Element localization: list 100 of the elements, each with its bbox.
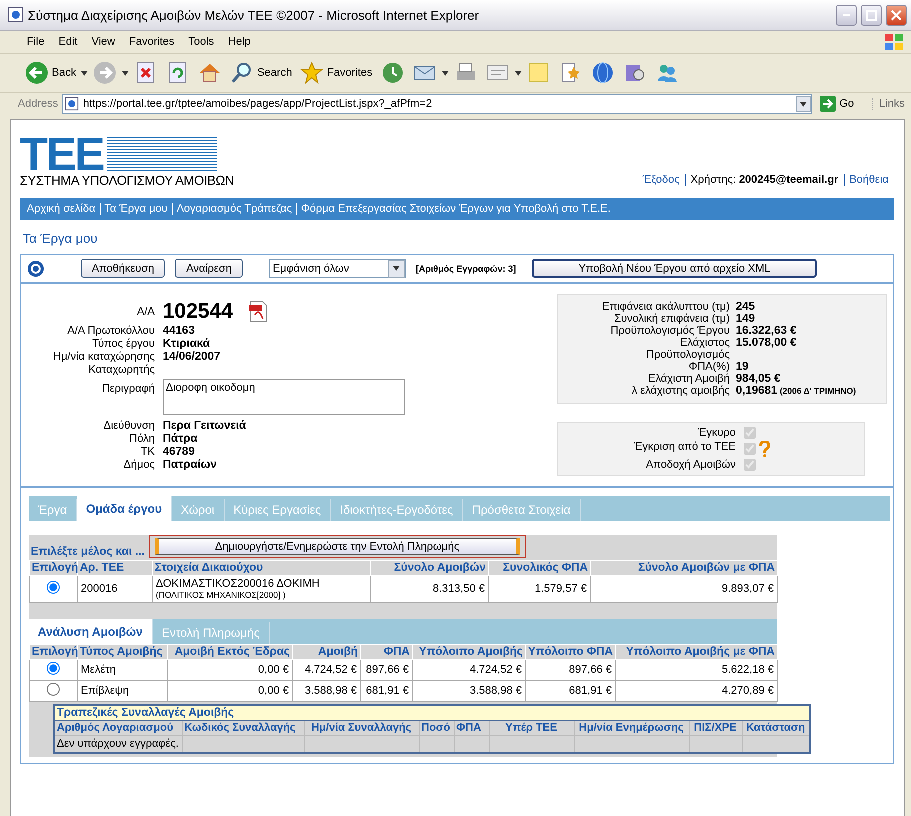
tab[interactable]: Ομάδα έργου [77, 496, 172, 521]
logo-subtitle: ΣΥΣΤΗΜΑ ΥΠΟΛΟΓΙΣΜΟΥ ΑΜΟΙΒΩΝ [20, 174, 234, 188]
field-label: Πόλη [128, 433, 155, 445]
column-header: Ημ/νία Συναλλαγής [304, 720, 419, 736]
save-button[interactable]: Αποθήκευση [81, 259, 166, 278]
payment-order-button[interactable]: Δημιουργήστε/Ενημερώστε την Εντολή Πληρωμής [154, 538, 520, 555]
nav-link[interactable]: Φόρμα Επεξεργασίας Στοιχείων Έργων για Υποβολή στο Τ.Ε.Ε. [296, 203, 615, 215]
stat-label: ΦΠΑ(%) [688, 361, 730, 373]
table-cell: 1.579,57 € [488, 576, 590, 602]
home-icon [198, 61, 222, 85]
field-value: 14/06/2007 [163, 351, 222, 363]
field-value: Πάτρα [163, 433, 199, 445]
menu-item[interactable]: Favorites [122, 34, 182, 50]
toolbar-button[interactable]: Search [227, 59, 296, 87]
field-label: Διεύθυνση [102, 420, 155, 432]
project-number: 102544 [163, 300, 234, 324]
filter-select[interactable]: Εμφάνιση όλων [268, 259, 406, 278]
table-cell: 0,00 € [168, 660, 292, 680]
field-label: Καταχωρητής [88, 364, 155, 376]
column-header: Ημ/νία Ενημέρωσης [574, 720, 689, 736]
stat-value: 15.078,00 € [736, 337, 798, 349]
menu-item[interactable]: File [20, 34, 52, 50]
stat-label: Ελάχιστη Αμοιβή [647, 373, 730, 385]
field-label: Περιγραφή [101, 382, 155, 395]
stat-label: Ελάχιστος [679, 337, 730, 349]
window-title: Σύστημα Διαχείρισης Αμοιβών Μελών ΤΕΕ ©2007 - Microsoft Internet Explorer [28, 8, 480, 22]
empty-message: Δεν υπάρχουν εγγραφές. [54, 736, 182, 753]
menu-item[interactable]: Tools [182, 34, 222, 50]
column-header: Σύνολο Αμοιβών με ΦΠΑ [590, 560, 778, 576]
toolbar-button[interactable]: Back [22, 59, 80, 87]
star-icon [300, 61, 324, 85]
table-cell: 9.893,07 € [590, 576, 778, 602]
column-header: Υπόλοιπο ΦΠΑ [526, 644, 616, 660]
table-cell: 897,66 € [360, 660, 412, 680]
description-field[interactable]: Διοροφη οικοδομη [163, 379, 405, 415]
column-header: Αμοιβή Εκτός Έδρας [168, 644, 292, 660]
stat-value: 19 [736, 361, 750, 373]
table-cell: 3.588,98 € [412, 680, 526, 702]
logout-link[interactable]: Έξοδος [638, 174, 685, 186]
column-header: Αριθμός Λογαριασμού [54, 720, 182, 736]
table-cell: 4.270,89 € [616, 680, 778, 702]
tab[interactable]: Ανάλυση Αμοιβών [29, 619, 153, 644]
pdf-icon [249, 301, 270, 323]
menu-item[interactable]: Help [221, 34, 258, 50]
table-cell: 5.622,18 € [616, 660, 778, 680]
stat-value: 984,05 € [736, 373, 782, 385]
maximize-button[interactable] [861, 4, 882, 26]
globe-icon [590, 61, 615, 85]
browser-page-icon [8, 7, 24, 23]
nav-link[interactable]: Αρχική σελίδα [23, 203, 100, 215]
undo-button[interactable]: Αναίρεση [175, 259, 243, 278]
field-value: 44163 [163, 325, 196, 337]
dropdown-button[interactable] [796, 96, 811, 112]
checkbox-label: Έγκυρο [696, 427, 736, 439]
nav-link[interactable]: Λογαριασμός Τράπεζας [172, 203, 296, 215]
go-button[interactable]: Go [816, 96, 868, 112]
page-heading: Τα Έργα μου [22, 230, 99, 248]
links-button[interactable]: Links [872, 98, 905, 110]
column-header: Ποσό [419, 720, 454, 736]
column-header: Κωδικός Συναλλαγής [182, 720, 304, 736]
address-label: Address [18, 98, 58, 110]
help-link[interactable]: Βοήθεια [844, 174, 894, 186]
menu-item[interactable]: View [84, 34, 122, 50]
radio-button[interactable] [47, 683, 60, 696]
column-header: Κατάσταση [742, 720, 810, 736]
upload-xml-button[interactable]: Υποβολή Νέου Έργου από αρχείο XML [532, 259, 818, 278]
menu-item[interactable]: Edit [52, 34, 85, 50]
checkbox-label: Έγκριση από το ΤΕΕ [633, 441, 736, 455]
history-icon [380, 61, 405, 85]
stat-value: 245 [736, 301, 756, 313]
minimize-button[interactable] [836, 4, 857, 26]
record-count: [Αριθμός Εγγραφών: 3] [416, 264, 516, 274]
checkbox-label: Αποδοχή Αμοιβών [645, 459, 736, 471]
field-value: Πατραίων [163, 459, 218, 471]
windows-flag-icon [883, 32, 905, 52]
close-button[interactable] [886, 4, 907, 26]
column-header: Υπόλοιπο Αμοιβής με ΦΠΑ [616, 644, 778, 660]
caret-icon [800, 102, 807, 106]
arrow-icon [820, 96, 836, 112]
column-header: Επιλογή [30, 560, 78, 576]
table-cell: 4.724,52 € [412, 660, 526, 680]
table-cell: Μελέτη [78, 660, 168, 680]
table-cell: 8.313,50 € [370, 576, 488, 602]
page-icon [65, 97, 80, 111]
column-header: ΠΙΣ/ΧΡΕ [689, 720, 742, 736]
prompt-text: Επιλέξτε μέλος και ... [31, 546, 145, 558]
toolbar-button[interactable]: Favorites [297, 59, 376, 87]
radio-button[interactable] [47, 662, 60, 675]
close-icon [891, 10, 902, 20]
nav-link[interactable]: Τα Έργα μου [100, 203, 172, 215]
refresh-icon [27, 260, 45, 278]
column-header: Υπέρ ΤΕΕ [489, 720, 574, 736]
radio-button[interactable] [47, 581, 60, 594]
stat-label: Συνολική επιφάνεια (τμ) [613, 313, 730, 325]
column-header: Τύπος Αμοιβής [78, 644, 168, 660]
table-title: Τραπεζικές Συναλλαγές Αμοιβής [54, 705, 810, 720]
caret-icon [392, 266, 400, 271]
table-cell: Επίβλεψη [78, 680, 168, 702]
field-label: Δήμος [122, 459, 155, 471]
address-field[interactable]: https://portal.tee.gr/tptee/amoibes/pages/app/ProjectList.jspx?_afPfm=2 [62, 94, 812, 114]
